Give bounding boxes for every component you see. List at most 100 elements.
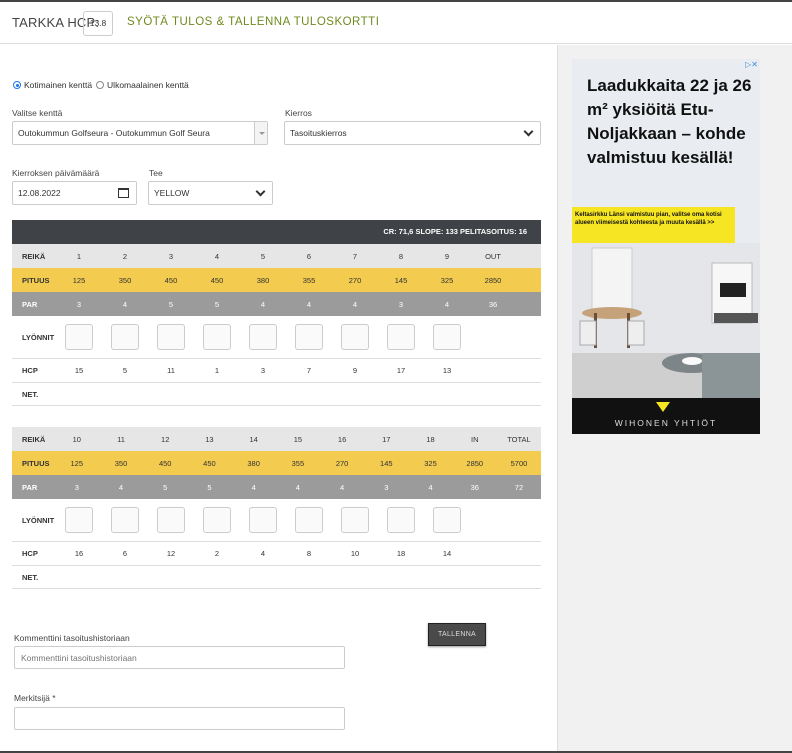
back-strokes-cell (332, 507, 378, 533)
back-strokes-cell (424, 507, 470, 533)
radio-domestic-label[interactable]: Kotimainen kenttä (24, 80, 92, 90)
back-strokes-input[interactable] (387, 507, 415, 533)
strokes-label: LYÖNNIT (22, 332, 55, 342)
front-strokes-cell (332, 324, 378, 350)
par-cell: 4 (251, 482, 256, 492)
back-strokes-input[interactable] (341, 507, 369, 533)
par-label: PAR (22, 482, 38, 492)
front-strokes-input[interactable] (387, 324, 415, 350)
hole-cell: TOTAL (507, 434, 531, 444)
hole-label: REIKÄ (22, 434, 46, 444)
length-cell: 270 (335, 458, 349, 468)
hcp-cell: 13 (442, 366, 452, 375)
back-strokes-input[interactable] (433, 507, 461, 533)
length-cell: 145 (394, 275, 408, 285)
length-cell: 450 (203, 458, 216, 468)
hole-cell: 17 (382, 434, 391, 444)
length-cell: 2850 (484, 275, 502, 285)
back-strokes-input[interactable] (65, 507, 93, 533)
page-title: SYÖTÄ TULOS & TALLENNA TULOSKORTTI (127, 16, 380, 28)
hcp-cell: 8 (306, 549, 312, 558)
back-strokes-cell (102, 507, 148, 533)
length-cell: 350 (114, 458, 128, 468)
length-cell: 325 (424, 458, 437, 468)
par-cell: 5 (163, 482, 168, 492)
hcp-cell: 11 (167, 366, 175, 375)
hole-cell: 4 (214, 251, 220, 261)
ad-close-icon[interactable]: ▷✕ (745, 60, 758, 69)
hcp-label: HCP (22, 549, 38, 558)
par-cell: 4 (428, 482, 433, 492)
hole-cell: OUT (485, 251, 501, 261)
hole-cell: 8 (398, 251, 404, 261)
front-strokes-cell (240, 324, 286, 350)
back-strokes-input[interactable] (295, 507, 323, 533)
course-select-value: Outokummun Golfseura - Outokummun Golf S… (18, 128, 210, 138)
hcp-cell: 7 (306, 366, 312, 375)
front-hole-row: REIKÄ 1 2 3 4 5 6 7 8 9 OUT (12, 244, 541, 268)
radio-foreign-label[interactable]: Ulkomaalainen kenttä (107, 80, 189, 90)
hole-cell: 12 (161, 434, 170, 444)
hole-cell: IN (471, 434, 479, 444)
back-strokes-cell (194, 507, 240, 533)
front-hcp-row: HCP 15 5 11 1 3 7 9 17 13 (12, 359, 541, 383)
hcp-cell: 3 (260, 366, 266, 375)
comment-label: Kommenttini tasoitushistoriaan (14, 633, 130, 643)
back-strokes-input[interactable] (203, 507, 231, 533)
front-strokes-input[interactable] (433, 324, 461, 350)
length-cell: 5700 (510, 458, 528, 468)
chevron-down-icon[interactable] (254, 122, 267, 144)
front-strokes-input[interactable] (295, 324, 323, 350)
date-label: Kierroksen päivämäärä (12, 168, 100, 178)
advertisement[interactable]: ▷✕ Laadukkaita 22 ja 26 m² yksiöitä Etu-… (572, 59, 760, 434)
tee-value: YELLOW (154, 188, 190, 198)
front-par-row: PAR 3 4 5 5 4 4 4 3 4 36 (12, 292, 541, 316)
tee-label: Tee (149, 168, 163, 178)
back-strokes-cell (148, 507, 194, 533)
length-cell: 2850 (466, 458, 484, 468)
back-net-row: NET. (12, 566, 541, 589)
round-select[interactable]: Tasoituskierros (284, 121, 541, 145)
front-length-row: PITUUS 125 350 450 450 380 355 270 145 325 2850 (12, 268, 541, 292)
par-cell: 5 (207, 482, 212, 492)
calendar-icon[interactable] (118, 188, 129, 198)
par-cell: 4 (352, 299, 358, 309)
back-hole-row: REIKÄ 10 11 12 13 14 15 16 17 18 IN TOTAL (12, 427, 541, 451)
length-cell: 380 (247, 458, 260, 468)
back-strokes-input[interactable] (157, 507, 185, 533)
front-strokes-input[interactable] (341, 324, 369, 350)
front-strokes-input[interactable] (203, 324, 231, 350)
front-strokes-cell (194, 324, 240, 350)
comment-input[interactable] (14, 646, 345, 669)
par-cell: 36 (488, 299, 498, 309)
hole-label: REIKÄ (22, 251, 46, 261)
front-strokes-input[interactable] (249, 324, 277, 350)
front-strokes-input[interactable] (157, 324, 185, 350)
hcp-cell: 9 (352, 366, 358, 375)
tee-select[interactable]: YELLOW (148, 181, 273, 205)
hcp-value: 13.8 (83, 11, 113, 36)
hole-cell: 15 (293, 434, 303, 444)
back-strokes-input[interactable] (111, 507, 139, 533)
radio-domestic[interactable] (13, 81, 21, 89)
front-strokes-input[interactable] (65, 324, 93, 350)
par-cell: 3 (398, 299, 404, 309)
marker-input[interactable] (14, 707, 345, 730)
front-strokes-cell (424, 324, 470, 350)
length-cell: 125 (70, 458, 84, 468)
date-input[interactable]: 12.08.2022 (12, 181, 137, 205)
course-select[interactable]: Outokummun Golfseura - Outokummun Golf S… (12, 121, 268, 145)
radio-foreign[interactable] (96, 81, 105, 89)
course-label: Valitse kenttä (12, 108, 63, 118)
hole-cell: 18 (426, 434, 435, 444)
front-strokes-cell (102, 324, 148, 350)
ad-banner[interactable]: Keltasirkku Länsi valmistuu pian, valits… (572, 207, 735, 243)
save-button[interactable]: TALLENNA (428, 623, 486, 646)
hole-cell: 5 (260, 251, 266, 261)
front-strokes-input[interactable] (111, 324, 139, 350)
length-cell: 145 (380, 458, 393, 468)
par-cell: 72 (514, 482, 524, 492)
strokes-label: LYÖNNIT (22, 515, 55, 525)
back-strokes-input[interactable] (249, 507, 277, 533)
hole-cell: 7 (352, 251, 358, 261)
